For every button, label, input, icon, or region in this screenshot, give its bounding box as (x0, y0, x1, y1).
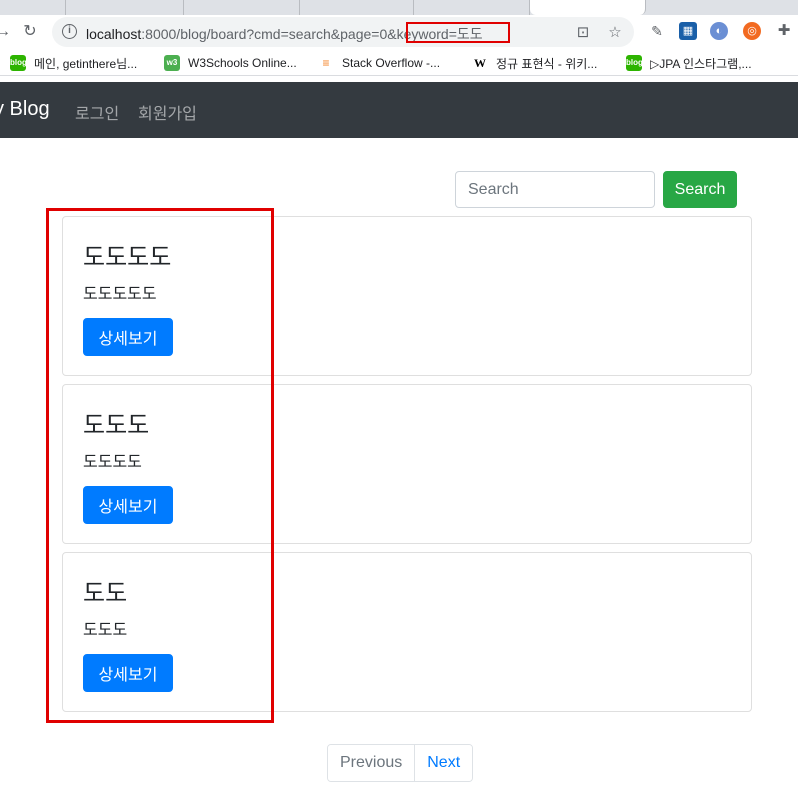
browser-tab[interactable] (414, 0, 530, 15)
bookmark-label: 정규 표현식 - 위키... (496, 56, 598, 71)
browser-tab[interactable] (0, 0, 66, 15)
browser-toolbar: → ↻ i localhost:8000/blog/board?cmd=sear… (0, 15, 798, 49)
pagination-previous[interactable]: Previous (328, 745, 416, 781)
pagination-next[interactable]: Next (415, 745, 473, 781)
forward-icon[interactable]: → (0, 21, 14, 43)
bookmark-item[interactable]: ≡ Stack Overflow -... (318, 54, 440, 72)
bookmark-item[interactable]: blog ▷JPA 인스타그램,... (626, 54, 752, 72)
navbar-brand[interactable]: y Blog (0, 98, 50, 121)
url-highlight-annotation (406, 22, 510, 43)
pagination: Previous Next (327, 744, 474, 782)
nav-link-signup[interactable]: 회원가입 (138, 100, 197, 124)
bookmark-star-icon[interactable]: ☆ (606, 24, 624, 42)
bookmark-item[interactable]: blog 메인, getinthere님... (10, 54, 137, 72)
browser-tabstrip (0, 0, 798, 15)
bookmark-item[interactable]: W 정규 표현식 - 위키... (472, 54, 597, 72)
extension-icon[interactable]: ▦ (679, 22, 697, 40)
search-button[interactable]: Search (663, 171, 737, 208)
bookmark-label: Stack Overflow -... (342, 56, 441, 70)
blog-icon: blog (10, 55, 27, 71)
bookmark-label: 메인, getinthere님... (34, 56, 138, 71)
stackoverflow-icon: ≡ (318, 55, 334, 71)
search-input[interactable] (455, 171, 655, 208)
site-navbar: y Blog 로그인 회원가입 (0, 82, 798, 138)
eyedropper-extension-icon[interactable]: ✎ (648, 22, 666, 40)
wikipedia-icon: W (472, 55, 488, 71)
bookmark-item[interactable]: w3 W3Schools Online... (164, 54, 297, 72)
address-bar[interactable]: i localhost:8000/blog/board?cmd=search&p… (52, 17, 634, 47)
bookmark-label: W3Schools Online... (188, 56, 297, 70)
bookmarks-bar: blog 메인, getinthere님... w3 W3Schools Onl… (0, 49, 798, 76)
site-info-icon[interactable]: i (62, 24, 77, 39)
nav-link-login[interactable]: 로그인 (75, 100, 119, 124)
extension-icon[interactable]: ◎ (743, 22, 761, 40)
translate-icon[interactable]: ⊡ (574, 24, 592, 42)
browser-tab-active[interactable] (530, 0, 646, 15)
reload-icon[interactable]: ↻ (19, 21, 41, 43)
browser-tab[interactable] (184, 0, 300, 15)
w3schools-icon: w3 (164, 55, 180, 71)
browser-tab[interactable] (300, 0, 414, 15)
extension-icon[interactable]: ◐ (710, 22, 728, 40)
browser-tab[interactable] (66, 0, 184, 15)
url-host: localhost (86, 26, 142, 42)
blog-icon: blog (626, 55, 643, 71)
cards-highlight-annotation (46, 208, 274, 723)
bookmark-label: ▷JPA 인스타그램,... (650, 56, 752, 71)
puzzle-extensions-icon[interactable]: ✚ (775, 22, 793, 40)
